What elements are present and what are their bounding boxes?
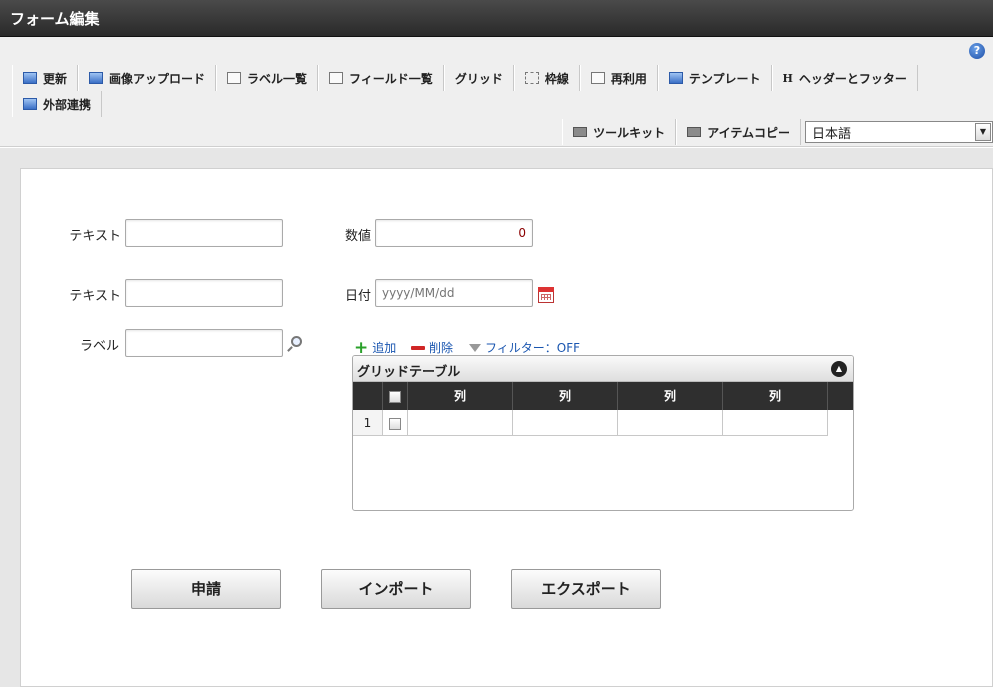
external-link-button[interactable]: 外部連携: [12, 91, 103, 117]
date-label: 日付: [344, 289, 371, 304]
image-upload-icon: [89, 72, 104, 84]
toolkit-icon: [573, 127, 588, 137]
border-icon: [524, 72, 539, 84]
update-label: 更新: [43, 71, 68, 86]
toolbar-row-3: ツールキット アイテムコピー 日本語 ▼: [562, 119, 993, 145]
grid-button[interactable]: グリッド: [343, 65, 845, 407]
table-row: 1: [353, 410, 853, 436]
minus-icon: [411, 345, 425, 350]
text2-input[interactable]: [125, 279, 283, 307]
reuse-button[interactable]: 再利用: [579, 65, 658, 91]
table-cell[interactable]: [408, 410, 513, 436]
image-upload-label: 画像アップロード: [109, 71, 206, 86]
column-header[interactable]: 列: [408, 382, 513, 410]
export-button[interactable]: エクスポート: [511, 569, 661, 609]
window-title: フォーム編集: [0, 0, 993, 37]
search-icon[interactable]: [291, 336, 302, 347]
field-list-label: フィールド一覧: [349, 71, 433, 86]
date-input[interactable]: [375, 279, 533, 307]
toolkit-button[interactable]: ツールキット: [562, 119, 677, 145]
external-link-icon: [23, 98, 37, 110]
grid-title: グリッドテーブル: [357, 365, 461, 380]
template-icon: [668, 72, 683, 84]
item-copy-label: アイテムコピー: [707, 125, 790, 140]
update-button[interactable]: 更新: [12, 65, 79, 91]
refresh-icon: [23, 72, 37, 84]
grid-header: グリッドテーブル ▲: [353, 356, 853, 382]
item-copy-icon: [687, 127, 702, 137]
border-label: 枠線: [544, 71, 569, 86]
grid-add-button[interactable]: + 追加: [354, 339, 396, 356]
text1-input[interactable]: [125, 219, 283, 247]
text1-label: テキスト: [69, 229, 121, 244]
table-cell[interactable]: [618, 410, 723, 436]
collapse-icon[interactable]: ▲: [831, 361, 847, 377]
text2-label: テキスト: [69, 289, 121, 304]
form-panel: テキスト 数値 テキスト 日付 ラベル +追加 削除 フィルター：OFF グリッ…: [20, 168, 993, 687]
toolbar-area: ? 更新 画像アップロード ラベル一覧 フィールド一覧 グリッド 枠線 再利用 …: [0, 37, 993, 407]
image-upload-button[interactable]: 画像アップロード: [78, 65, 217, 91]
row-select-cell: [383, 410, 408, 436]
border-button[interactable]: 枠線: [513, 65, 580, 91]
header-footer-label: ヘッダーとフッター: [798, 71, 907, 86]
label-input[interactable]: [125, 329, 283, 357]
template-label: テンプレート: [688, 71, 761, 86]
select-all-checkbox[interactable]: [389, 390, 401, 403]
help-icon[interactable]: ?: [969, 43, 985, 59]
row-checkbox[interactable]: [389, 417, 401, 430]
table-cell[interactable]: [723, 410, 828, 436]
template-button[interactable]: テンプレート: [657, 65, 772, 91]
select-all-cell: [383, 382, 408, 410]
grid-filter-label: フィルター：OFF: [485, 341, 581, 355]
filter-icon: [469, 343, 481, 352]
header-footer-button[interactable]: H ヘッダーとフッター: [771, 65, 918, 91]
toolkit-label: ツールキット: [593, 125, 666, 140]
label-list-button[interactable]: ラベル一覧: [216, 65, 319, 91]
grid-filter-button[interactable]: フィルター：OFF: [469, 339, 580, 356]
row-number: 1: [353, 410, 383, 436]
plus-icon: +: [354, 337, 369, 358]
language-select[interactable]: 日本語 ▼: [805, 121, 993, 143]
toolbar-row-2: 外部連携: [12, 91, 103, 117]
external-link-label: 外部連携: [43, 97, 92, 112]
label-list-icon: [227, 72, 242, 84]
reuse-icon: [590, 72, 605, 84]
label-label: ラベル: [79, 339, 119, 354]
grid-delete-label: 削除: [429, 341, 454, 355]
column-header[interactable]: 列: [618, 382, 723, 410]
grid-table: グリッドテーブル ▲ 列 列 列 列 1: [352, 355, 854, 511]
item-copy-button[interactable]: アイテムコピー: [676, 119, 801, 145]
chevron-down-icon[interactable]: ▼: [975, 123, 991, 141]
label-list-label: ラベル一覧: [247, 71, 308, 86]
number-input[interactable]: [375, 219, 533, 247]
column-header[interactable]: 列: [513, 382, 618, 410]
toolbar-row-1: 更新 画像アップロード ラベル一覧 フィールド一覧 グリッド 枠線 再利用 テン…: [12, 65, 918, 407]
calendar-icon[interactable]: [538, 287, 554, 303]
import-button[interactable]: インポート: [321, 569, 471, 609]
grid-label: グリッド: [454, 71, 503, 86]
grid-column-header: 列 列 列 列: [353, 382, 853, 410]
header-footer-icon: H: [782, 71, 793, 85]
field-list-icon: [329, 72, 344, 84]
reuse-label: 再利用: [610, 71, 647, 86]
apply-button[interactable]: 申請: [131, 569, 281, 609]
language-value: 日本語: [812, 126, 852, 142]
number-label: 数値: [344, 229, 371, 244]
row-number-header: [353, 382, 383, 410]
column-header[interactable]: 列: [723, 382, 828, 410]
form-canvas: テキスト 数値 テキスト 日付 ラベル +追加 削除 フィルター：OFF グリッ…: [0, 148, 993, 687]
field-list-button[interactable]: フィールド一覧: [318, 65, 444, 91]
grid-add-label: 追加: [372, 341, 397, 355]
table-cell[interactable]: [513, 410, 618, 436]
grid-delete-button[interactable]: 削除: [411, 339, 453, 356]
